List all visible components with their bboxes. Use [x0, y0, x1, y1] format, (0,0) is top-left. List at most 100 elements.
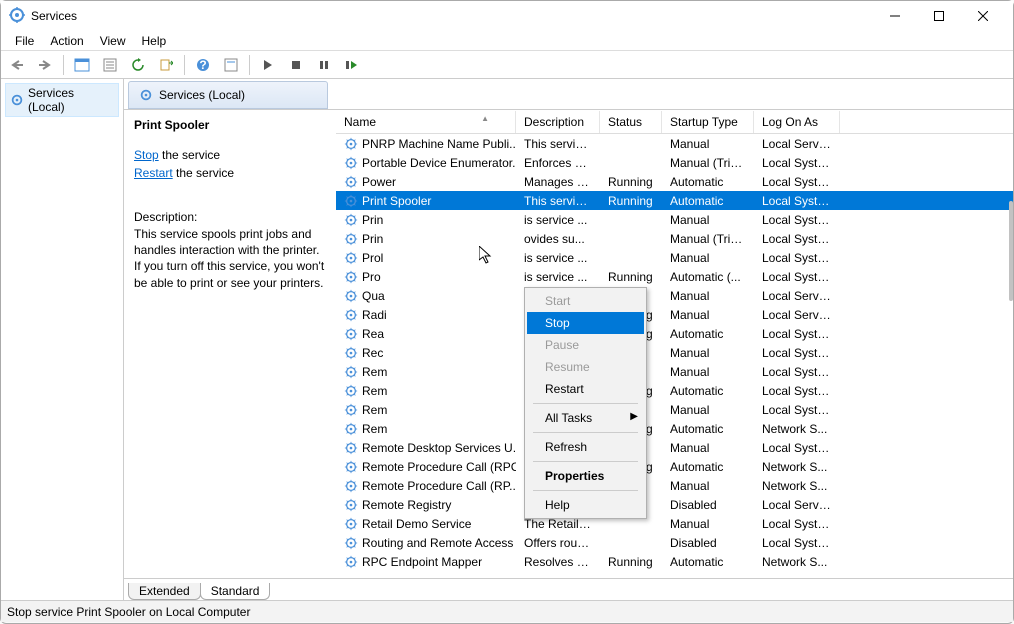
cell-name: Rem	[362, 403, 387, 417]
start-service-button[interactable]	[256, 54, 280, 76]
forward-button[interactable]	[33, 54, 57, 76]
gear-icon	[139, 88, 153, 102]
ctx-resume: Resume	[527, 356, 644, 378]
menu-file[interactable]: File	[7, 32, 42, 50]
gear-icon	[344, 517, 358, 531]
gear-icon	[344, 175, 358, 189]
cell-status	[600, 542, 662, 544]
context-menu: Start Stop Pause Resume Restart All Task…	[524, 287, 647, 519]
table-row[interactable]: RPC Endpoint MapperResolves RP...Running…	[336, 552, 1013, 571]
cell-logon: Local Syste...	[754, 269, 840, 285]
gear-icon	[344, 441, 358, 455]
cell-name: Rem	[362, 422, 387, 436]
table-row[interactable]: Remmote Des...ManualLocal Syste...	[336, 400, 1013, 419]
cell-name: RPC Endpoint Mapper	[362, 555, 482, 569]
refresh-button[interactable]	[126, 54, 150, 76]
table-row[interactable]: Reaaltek Aud...RunningAutomaticLocal Sys…	[336, 324, 1013, 343]
table-row[interactable]: Prolis service ...ManualLocal Syste...	[336, 248, 1013, 267]
tab-standard[interactable]: Standard	[200, 583, 271, 600]
cell-name: Rec	[362, 346, 383, 360]
cell-logon: Local Syste...	[754, 364, 840, 380]
table-row[interactable]: Prois service ...RunningAutomatic (...Lo…	[336, 267, 1013, 286]
menu-help[interactable]: Help	[134, 32, 175, 50]
table-row[interactable]: PNRP Machine Name Publi...This service .…	[336, 134, 1013, 153]
cell-logon: Local Syste...	[754, 174, 840, 190]
pause-service-button[interactable]	[312, 54, 336, 76]
show-hide-tree-button[interactable]	[70, 54, 94, 76]
table-row[interactable]: Remote Procedure Call (RP...In Windows..…	[336, 476, 1013, 495]
minimize-button[interactable]	[873, 2, 917, 30]
table-row[interactable]: PowerManages p...RunningAutomaticLocal S…	[336, 172, 1013, 191]
description-text: This service spools print jobs and handl…	[134, 226, 326, 291]
ctx-start: Start	[527, 290, 644, 312]
menu-view[interactable]: View	[92, 32, 134, 50]
table-row[interactable]: Remows user...RunningAutomaticNetwork S.…	[336, 419, 1013, 438]
table-row[interactable]: Remote Desktop Services U...Allows the r…	[336, 438, 1013, 457]
cell-logon: Local Syste...	[754, 440, 840, 456]
cell-logon: Network S...	[754, 421, 840, 437]
table-row[interactable]: Remote RegistryEnables rem...DisabledLoc…	[336, 495, 1013, 514]
col-startup-type[interactable]: Startup Type	[662, 111, 754, 133]
ctx-refresh[interactable]: Refresh	[527, 436, 644, 458]
gear-icon	[344, 422, 358, 436]
scrollbar-thumb[interactable]	[1009, 201, 1013, 301]
table-row[interactable]: Prinis service ...ManualLocal Syste...	[336, 210, 1013, 229]
table-row[interactable]: Recables aut...ManualLocal Syste...	[336, 343, 1013, 362]
export-button[interactable]	[154, 54, 178, 76]
tree-root-node[interactable]: Services (Local)	[5, 83, 119, 117]
close-button[interactable]	[961, 2, 1005, 30]
table-row[interactable]: Quaality Win...ManualLocal Service	[336, 286, 1013, 305]
col-status[interactable]: Status	[600, 111, 662, 133]
stop-service-button[interactable]	[284, 54, 308, 76]
gear-icon	[344, 346, 358, 360]
ctx-all-tasks[interactable]: All Tasks▶	[527, 407, 644, 429]
cell-startup: Manual	[662, 250, 754, 266]
cell-logon: Network S...	[754, 554, 840, 570]
table-row[interactable]: Prinovides su...Manual (Trig...Local Sys…	[336, 229, 1013, 248]
ctx-help[interactable]: Help	[527, 494, 644, 516]
cell-desc: Enforces gr...	[516, 155, 600, 171]
table-row[interactable]: Portable Device Enumerator...Enforces gr…	[336, 153, 1013, 172]
cell-logon: Local Syste...	[754, 212, 840, 228]
maximize-button[interactable]	[917, 2, 961, 30]
about-button[interactable]	[219, 54, 243, 76]
table-row[interactable]: Remote Procedure Call (RPC)The RPCSS ...…	[336, 457, 1013, 476]
ctx-stop[interactable]: Stop	[527, 312, 644, 334]
table-row[interactable]: Routing and Remote AccessOffers routi...…	[336, 533, 1013, 552]
cell-desc: Offers routi...	[516, 535, 600, 551]
gear-icon	[344, 137, 358, 151]
content: Services (Local) Services (Local) Print …	[1, 79, 1013, 600]
tab-extended[interactable]: Extended	[128, 583, 201, 600]
table-row[interactable]: Radidio Mana...RunningManualLocal Servic…	[336, 305, 1013, 324]
col-name[interactable]: Name▲	[336, 111, 516, 133]
description-label: Description:	[134, 210, 326, 224]
restart-link[interactable]: Restart	[134, 166, 173, 180]
cell-startup: Manual	[662, 136, 754, 152]
services-grid: Name▲ Description Status Startup Type Lo…	[336, 110, 1013, 578]
help-button[interactable]: ?	[191, 54, 215, 76]
cell-desc: Resolves RP...	[516, 554, 600, 570]
statusbar: Stop service Print Spooler on Local Comp…	[1, 600, 1013, 622]
cell-logon: Local Syste...	[754, 402, 840, 418]
table-row[interactable]: Retail Demo ServiceThe Retail D...Manual…	[336, 514, 1013, 533]
restart-service-button[interactable]	[340, 54, 364, 76]
cell-logon: Local Service	[754, 136, 840, 152]
col-logon-as[interactable]: Log On As	[754, 111, 840, 133]
table-row[interactable]: Remanages di...RunningAutomaticLocal Sys…	[336, 381, 1013, 400]
back-button[interactable]	[5, 54, 29, 76]
menu-action[interactable]: Action	[42, 32, 91, 50]
view-tabs: Extended Standard	[124, 578, 1013, 600]
ctx-restart[interactable]: Restart	[527, 378, 644, 400]
cell-desc: is service ...	[516, 269, 600, 285]
ctx-properties[interactable]: Properties	[527, 465, 644, 487]
table-row[interactable]: Remeates a co...ManualLocal Syste...	[336, 362, 1013, 381]
menubar: File Action View Help	[1, 31, 1013, 51]
cell-status	[600, 162, 662, 164]
gear-icon	[344, 213, 358, 227]
properties-button[interactable]	[98, 54, 122, 76]
cell-startup: Manual	[662, 516, 754, 532]
table-row[interactable]: Print SpoolerThis service ...RunningAuto…	[336, 191, 1013, 210]
cell-status	[600, 523, 662, 525]
stop-link[interactable]: Stop	[134, 148, 159, 162]
col-description[interactable]: Description	[516, 111, 600, 133]
